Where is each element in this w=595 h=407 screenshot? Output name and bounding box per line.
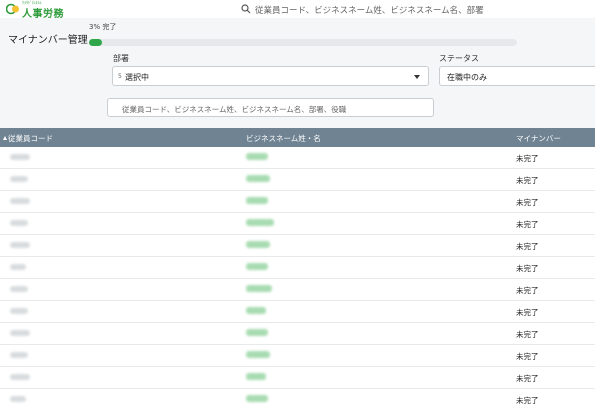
employee-name-link[interactable] [246, 307, 266, 314]
employee-name-link[interactable] [246, 285, 272, 292]
employee-name-link[interactable] [246, 153, 268, 160]
status-label: ステータス [439, 54, 479, 63]
employee-name-link[interactable] [246, 219, 274, 226]
logo-icon [6, 3, 19, 15]
table-row[interactable]: 未完了 [0, 345, 595, 367]
mynumber-status: 未完了 [516, 242, 539, 251]
mynumber-status: 未完了 [516, 308, 539, 317]
table-row[interactable]: 未完了 [0, 367, 595, 389]
sort-asc-icon [3, 136, 7, 140]
table-header: 従業員コード ビジネスネーム姓・名 マイナンバー [0, 128, 595, 147]
progress-bar [89, 39, 517, 46]
table-row[interactable]: 未完了 [0, 323, 595, 345]
employee-name-link[interactable] [246, 395, 268, 402]
mynumber-status: 未完了 [516, 264, 539, 273]
chevron-down-icon [414, 75, 420, 79]
employee-code-cell [10, 242, 30, 248]
mynumber-status: 未完了 [516, 286, 539, 295]
table-row[interactable]: 未完了 [0, 257, 595, 279]
table-row[interactable]: 未完了 [0, 279, 595, 301]
column-header-name[interactable]: ビジネスネーム姓・名 [246, 133, 321, 144]
employee-code-cell [10, 264, 26, 270]
mynumber-status: 未完了 [516, 374, 539, 383]
department-select[interactable]: 5 選択中 [112, 66, 429, 86]
mynumber-status: 未完了 [516, 220, 539, 229]
status-value: 在職中のみ [447, 73, 487, 82]
status-select[interactable]: 在職中のみ [439, 66, 595, 86]
progress-label: 3% 完了 [89, 23, 117, 31]
employee-name-link[interactable] [246, 263, 268, 270]
employee-code-cell [10, 330, 30, 336]
employee-name-link[interactable] [246, 329, 268, 336]
mynumber-status: 未完了 [516, 330, 539, 339]
employee-code-cell [10, 176, 28, 182]
progress-fill [89, 39, 102, 46]
table-row[interactable]: 未完了 [0, 213, 595, 235]
table-row[interactable]: 未完了 [0, 191, 595, 213]
employee-code-cell [10, 154, 30, 160]
column-header-employee-code[interactable]: 従業員コード [3, 133, 53, 144]
employee-name-link[interactable] [246, 175, 270, 182]
mynumber-status: 未完了 [516, 352, 539, 361]
table-row[interactable]: 未完了 [0, 235, 595, 257]
employee-code-cell [10, 352, 28, 358]
page-title: マイナンバー管理 [8, 35, 88, 46]
employee-code-cell [10, 220, 28, 226]
employee-name-link[interactable] [246, 241, 270, 248]
top-bar: ｸﾗｳﾄﾞ/ｼｽﾃﾑ 人事労務 従業員コード、ビジネスネーム姓、ビジネスネーム名… [0, 0, 595, 20]
global-search-placeholder: 従業員コード、ビジネスネーム姓、ビジネスネーム名、部署 [255, 6, 484, 16]
employee-name-link[interactable] [246, 351, 270, 358]
employee-code-cell [10, 286, 28, 292]
mynumber-status: 未完了 [516, 198, 539, 207]
global-search[interactable]: 従業員コード、ビジネスネーム姓、ビジネスネーム名、部署 [237, 1, 567, 17]
keyword-search-input[interactable]: 従業員コード、ビジネスネーム姓、ビジネスネーム名、部署、役職 [107, 98, 434, 117]
table-row[interactable]: 未完了 [0, 147, 595, 169]
employee-code-cell [10, 396, 26, 402]
department-value: 選択中 [125, 73, 149, 82]
search-icon [241, 4, 251, 14]
department-label: 部署 [113, 54, 129, 63]
employee-name-link[interactable] [246, 197, 268, 204]
brand-logo[interactable]: ｸﾗｳﾄﾞ/ｼｽﾃﾑ 人事労務 [6, 0, 76, 20]
employee-code-cell [10, 374, 30, 380]
table-row[interactable]: 未完了 [0, 389, 595, 407]
mynumber-status: 未完了 [516, 396, 539, 405]
keyword-search-placeholder: 従業員コード、ビジネスネーム姓、ビジネスネーム名、部署、役職 [122, 105, 347, 114]
employee-table-body: 未完了 未完了 未完了 未完了 未完了 未完了 未完了 未完了 未完了 未完了 未完了 未完了 [0, 147, 595, 407]
table-row[interactable]: 未完了 [0, 169, 595, 191]
filter-panel: マイナンバー管理 3% 完了 部署 ステータス 5 選択中 在職中のみ 従業員コ… [0, 18, 595, 128]
department-count: 5 [118, 73, 122, 80]
employee-code-cell [10, 308, 28, 314]
mynumber-status: 未完了 [516, 154, 539, 163]
column-header-mynumber[interactable]: マイナンバー [516, 133, 561, 144]
employee-code-cell [10, 198, 30, 204]
table-row[interactable]: 未完了 [0, 301, 595, 323]
column-label: 従業員コード [8, 134, 53, 143]
employee-name-link[interactable] [246, 373, 266, 380]
mynumber-status: 未完了 [516, 176, 539, 185]
